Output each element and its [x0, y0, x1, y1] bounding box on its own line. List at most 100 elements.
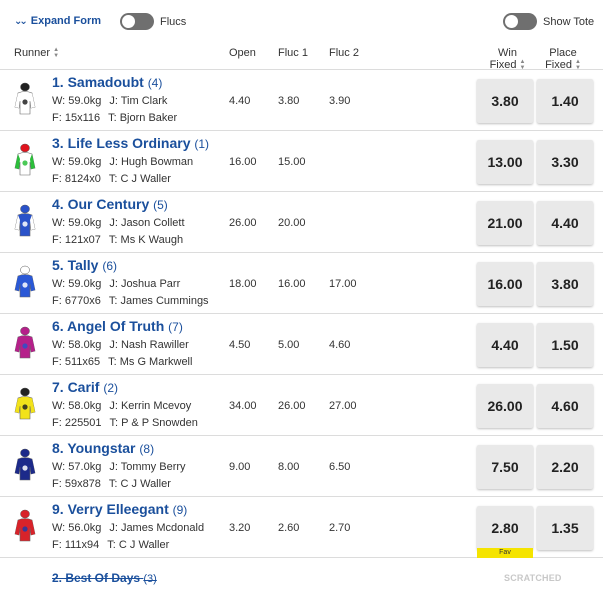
open-price: 3.20 — [229, 522, 251, 534]
runner-weight-jockey: W: 58.0kg J: Kerrin Mcevoy — [52, 400, 191, 412]
win-column-label: Win — [498, 47, 517, 59]
runner-row: 6. Angel Of Truth (7) W: 58.0kg J: Nash Ra… — [0, 314, 603, 375]
fluc1-price: 20.00 — [278, 217, 306, 229]
runner-trainer: T: Ms K Waugh — [108, 234, 184, 246]
form-toolbar: ⌄⌄ Expand Form Flucs Show Tote — [0, 0, 603, 44]
place-fixed-price-button[interactable]: 4.60 — [537, 384, 593, 428]
runner-name-text: 5. Tally — [52, 257, 99, 273]
open-price: 26.00 — [229, 217, 257, 229]
runners-table-header: Runner ▲ ▼ Open Fluc 1 Fluc 2 Win Fixed ▲ ▼… — [0, 40, 603, 71]
win-fixed-column-header[interactable]: Win Fixed ▲ ▼ — [480, 47, 535, 71]
win-fixed-price-button[interactable]: 3.80 — [477, 79, 533, 123]
open-price: 18.00 — [229, 278, 257, 290]
win-fixed-price-button[interactable]: 7.50 — [477, 445, 533, 489]
runner-name-text: 6. Angel Of Truth — [52, 318, 165, 334]
runner-barrier: (7) — [168, 320, 183, 334]
runner-name[interactable]: 4. Our Century (5) — [52, 196, 168, 212]
runner-trainer: T: C J Waller — [107, 539, 170, 551]
win-fixed-price-button[interactable]: 21.00 — [477, 201, 533, 245]
runner-form: F: 121x07 — [52, 234, 101, 246]
scratched-runner-name[interactable]: 2. Best Of Days (3) — [52, 571, 157, 585]
runner-name[interactable]: 8. Youngstar (8) — [52, 440, 154, 456]
runner-barrier: (9) — [172, 503, 188, 517]
flucs-label: Flucs — [160, 15, 187, 28]
fluc1-column-header: Fluc 1 — [278, 47, 308, 59]
fluc1-price: 26.00 — [278, 400, 306, 412]
scratched-runner-barrier: (3) — [143, 573, 157, 585]
runner-name[interactable]: 5. Tally (6) — [52, 257, 117, 273]
place-fixed-column-header[interactable]: Place Fixed ▲ ▼ — [538, 47, 588, 71]
runner-row: 4. Our Century (5) W: 59.0kg J: Jason Coll… — [0, 192, 603, 253]
runner-weight-jockey: W: 57.0kg J: Tommy Berry — [52, 461, 186, 473]
double-chevron-down-icon: ⌄⌄ — [14, 15, 28, 27]
open-price: 4.50 — [229, 339, 251, 351]
runner-trainer: T: P & P Snowden — [109, 417, 198, 429]
runner-name[interactable]: 7. Carif (2) — [52, 379, 118, 395]
open-price: 4.40 — [229, 95, 251, 107]
place-fixed-price-button[interactable]: 2.20 — [537, 445, 593, 489]
fluc1-price: 8.00 — [278, 461, 300, 473]
open-price: 16.00 — [229, 156, 257, 168]
win-fixed-price-button[interactable]: 16.00 — [477, 262, 533, 306]
win-fixed-price-button[interactable]: 4.40 — [477, 323, 533, 367]
runner-form: F: 59x878 — [52, 478, 101, 490]
fluc2-price: 3.90 — [329, 95, 351, 107]
fluc1-price: 15.00 — [278, 156, 306, 168]
runner-weight-jockey: W: 59.0kg J: Hugh Bowman — [52, 156, 193, 168]
scratched-runner-row: 2. Best Of Days (3) SCRATCHED — [0, 566, 603, 592]
runner-form-trainer: F: 225501 T: P & P Snowden — [52, 417, 198, 429]
runner-form: F: 15x116 — [52, 112, 101, 124]
runner-row: 3. Life Less Ordinary (1) W: 59.0kg J: Hug… — [0, 131, 603, 192]
runner-jockey: J: Tommy Berry — [109, 461, 186, 473]
jockey-silk-icon — [14, 143, 36, 176]
open-price: 9.00 — [229, 461, 251, 473]
runner-name[interactable]: 6. Angel Of Truth (7) — [52, 318, 183, 334]
win-fixed-price-button[interactable]: 26.00 — [477, 384, 533, 428]
place-fixed-price-button[interactable]: 1.40 — [537, 79, 593, 123]
runner-weight-jockey: W: 59.0kg J: Joshua Parr — [52, 278, 180, 290]
fluc2-price: 17.00 — [329, 278, 357, 290]
runner-form: F: 6770x6 — [52, 295, 101, 307]
runner-weight: W: 58.0kg — [52, 400, 102, 412]
sort-icon: ▲ ▼ — [53, 47, 60, 59]
fluc2-price: 27.00 — [329, 400, 357, 412]
scratched-runner-name-text: 2. Best Of Days — [52, 571, 141, 585]
place-column-label: Place — [549, 47, 577, 59]
runner-trainer: T: Ms G Markwell — [108, 356, 193, 368]
runner-row: 7. Carif (2) W: 58.0kg J: Kerrin Mcevoy F: … — [0, 375, 603, 436]
runner-weight: W: 59.0kg — [52, 278, 102, 290]
runner-name[interactable]: 1. Samadoubt (4) — [52, 74, 162, 90]
favourite-badge: Fav — [477, 548, 533, 558]
fluc1-price: 5.00 — [278, 339, 300, 351]
runner-form-trainer: F: 511x65 T: Ms G Markwell — [52, 356, 192, 368]
runner-column-header[interactable]: Runner ▲ ▼ — [14, 47, 59, 59]
jockey-silk-icon — [14, 509, 36, 542]
jockey-silk-icon — [14, 387, 36, 420]
win-fixed-price-button[interactable]: 2.80 — [477, 506, 533, 550]
show-tote-toggle[interactable] — [503, 13, 537, 30]
runner-weight-jockey: W: 56.0kg J: James Mcdonald — [52, 522, 204, 534]
runner-name-text: 8. Youngstar — [52, 440, 136, 456]
place-fixed-price-button[interactable]: 4.40 — [537, 201, 593, 245]
runner-trainer: T: James Cummings — [108, 295, 209, 307]
runner-row: 8. Youngstar (8) W: 57.0kg J: Tommy Berry F… — [0, 436, 603, 497]
runner-name[interactable]: 3. Life Less Ordinary (1) — [52, 135, 209, 151]
place-fixed-price-button[interactable]: 3.80 — [537, 262, 593, 306]
runner-barrier: (2) — [103, 381, 119, 395]
runner-name[interactable]: 9. Verry Elleegant (9) — [52, 501, 187, 517]
runner-name-text: 7. Carif — [52, 379, 100, 395]
runner-form: F: 8124x0 — [52, 173, 101, 185]
runner-weight: W: 59.0kg — [52, 217, 102, 229]
place-fixed-price-button[interactable]: 1.50 — [537, 323, 593, 367]
runner-weight: W: 59.0kg — [52, 95, 102, 107]
runner-name-text: 4. Our Century — [52, 196, 150, 212]
runner-jockey: J: Kerrin Mcevoy — [109, 400, 192, 412]
open-price: 34.00 — [229, 400, 257, 412]
flucs-toggle[interactable] — [120, 13, 154, 30]
win-fixed-price-button[interactable]: 13.00 — [477, 140, 533, 184]
expand-form-label: Expand Form — [30, 15, 102, 27]
expand-form-button[interactable]: ⌄⌄ Expand Form — [14, 15, 101, 27]
runner-weight: W: 59.0kg — [52, 156, 102, 168]
place-fixed-price-button[interactable]: 1.35 — [537, 506, 593, 550]
place-fixed-price-button[interactable]: 3.30 — [537, 140, 593, 184]
